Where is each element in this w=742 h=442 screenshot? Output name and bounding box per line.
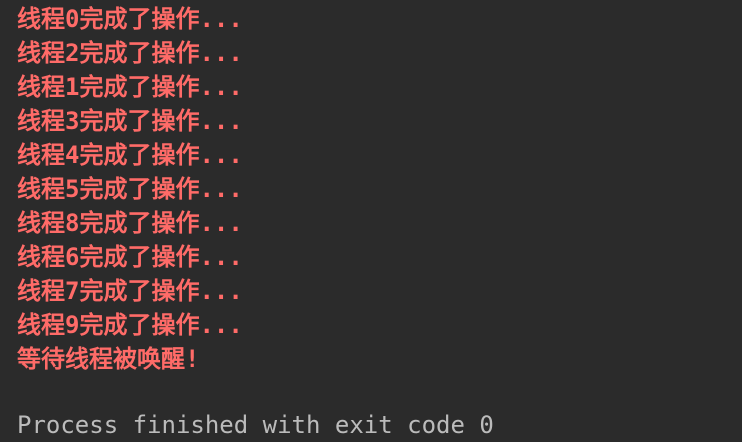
console-line: 等待线程被唤醒!	[17, 345, 200, 373]
console-line: 线程2完成了操作...	[17, 39, 243, 67]
console-line: 线程0完成了操作...	[17, 5, 243, 33]
console-line: 线程8完成了操作...	[17, 209, 243, 237]
console-line: 线程9完成了操作...	[17, 311, 243, 339]
console-line: 线程1完成了操作...	[17, 73, 243, 101]
console-line: 线程6完成了操作...	[17, 243, 243, 271]
exit-status-line: Process finished with exit code 0	[17, 411, 494, 439]
console-output: 线程0完成了操作... 线程2完成了操作... 线程1完成了操作... 线程3完…	[0, 0, 742, 442]
console-line: 线程5完成了操作...	[17, 175, 243, 203]
console-line: 线程3完成了操作...	[17, 107, 243, 135]
console-line: 线程4完成了操作...	[17, 141, 243, 169]
console-line: 线程7完成了操作...	[17, 277, 243, 305]
